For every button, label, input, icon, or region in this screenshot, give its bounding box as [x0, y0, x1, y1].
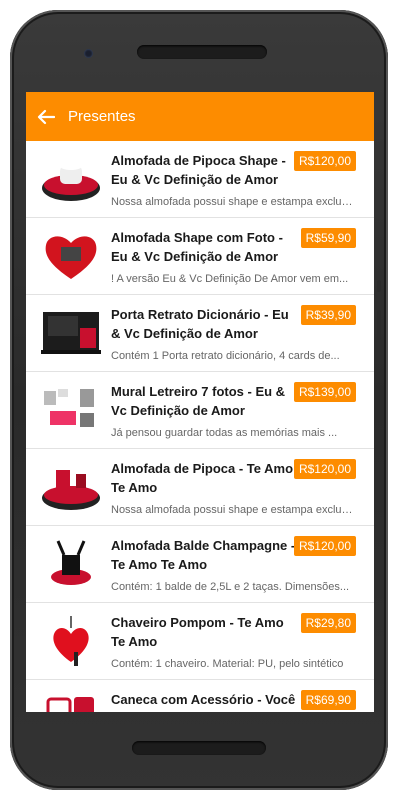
product-description: Contém: 1 balde de 2,5L e 2 taças. Dimen…	[111, 581, 350, 593]
list-item[interactable]: Almofada de Pipoca - Te Amo Te Amo R$120…	[26, 449, 374, 526]
product-name: Almofada Shape com Foto - Eu & Vc Defini…	[111, 230, 283, 264]
product-image	[51, 540, 91, 585]
list-item[interactable]: Chaveiro Pompom - Te Amo Te Amo R$29,80 …	[26, 603, 374, 680]
product-name: Chaveiro Pompom - Te Amo Te Amo	[111, 615, 284, 649]
product-description: Nossa almofada possui shape e estampa ex…	[111, 196, 356, 208]
product-description: Nossa almofada possui shape e estampa ex…	[111, 504, 356, 516]
arrow-left-icon[interactable]	[36, 107, 56, 127]
price-badge: R$69,90	[300, 690, 356, 710]
side-button	[377, 280, 381, 292]
product-name: Almofada de Pipoca Shape - Eu & Vc Defin…	[111, 153, 286, 187]
price-badge: R$39,90	[300, 305, 356, 325]
product-name: Almofada Balde Champagne - Te Amo Te Amo	[111, 538, 296, 572]
product-image	[44, 389, 94, 427]
product-description: ! A versão Eu & Vc Definição De Amor vem…	[111, 273, 349, 285]
list-item[interactable]: Almofada de Pipoca Shape - Eu & Vc Defin…	[26, 141, 374, 218]
list-item[interactable]: Almofada Balde Champagne - Te Amo Te Amo…	[26, 526, 374, 603]
list-item[interactable]: Almofada Shape com Foto - Eu & Vc Defini…	[26, 218, 374, 295]
price-badge: R$120,00	[293, 459, 356, 479]
product-image	[42, 470, 100, 510]
bottom-speaker	[132, 741, 266, 755]
front-camera	[84, 49, 93, 58]
price-badge: R$120,00	[293, 151, 356, 171]
product-name: Mural Letreiro 7 fotos - Eu & Vc Definiç…	[111, 384, 286, 418]
side-button	[377, 310, 381, 340]
product-description: Contém: 1 chaveiro. Material: PU, pelo s…	[111, 658, 344, 670]
product-image	[45, 236, 97, 279]
app-screen: Presentes Almofada de Pipoca Shape - Eu …	[26, 92, 374, 712]
product-description: Contém 1 Porta retrato dicionário, 4 car…	[111, 350, 340, 362]
product-image	[41, 312, 101, 354]
list-item[interactable]: Mural Letreiro 7 fotos - Eu & Vc Definiç…	[26, 372, 374, 449]
price-badge: R$59,90	[300, 228, 356, 248]
app-bar: Presentes	[26, 92, 374, 141]
page-title: Presentes	[68, 108, 136, 125]
product-description: Já pensou guardar todas as memórias mais…	[111, 427, 338, 439]
product-name: Caneca com Acessório - Você é	[111, 692, 296, 712]
product-name: Almofada de Pipoca - Te Amo Te Amo	[111, 461, 294, 495]
price-badge: R$29,80	[300, 613, 356, 633]
product-image	[42, 162, 100, 201]
product-list: Almofada de Pipoca Shape - Eu & Vc Defin…	[26, 141, 374, 712]
list-item[interactable]: Porta Retrato Dicionário - Eu & Vc Defin…	[26, 295, 374, 372]
product-image	[46, 697, 94, 712]
product-image	[53, 616, 89, 666]
price-badge: R$120,00	[293, 536, 356, 556]
price-badge: R$139,00	[293, 382, 356, 402]
list-item[interactable]: Caneca com Acessório - Você é R$69,90	[26, 680, 374, 712]
product-name: Porta Retrato Dicionário - Eu & Vc Defin…	[111, 307, 289, 341]
earpiece-speaker	[137, 45, 267, 59]
